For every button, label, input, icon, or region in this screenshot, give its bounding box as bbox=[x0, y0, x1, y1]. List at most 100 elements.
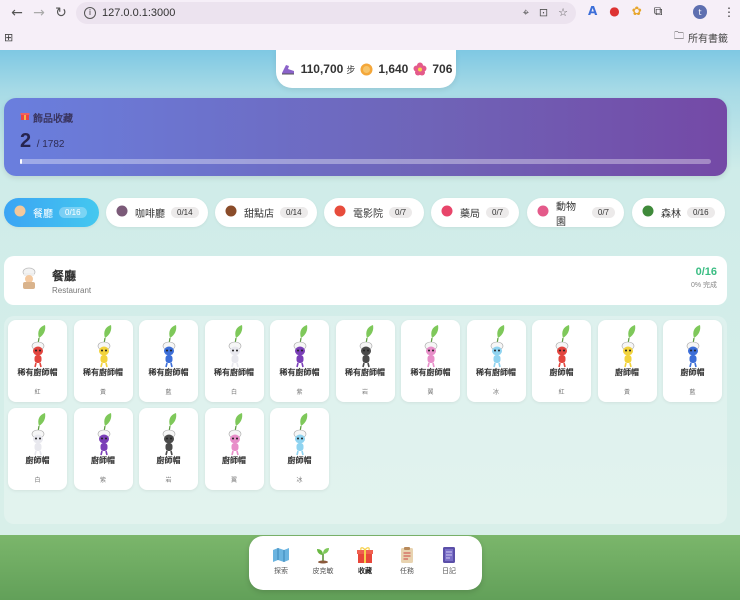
gift-icon bbox=[345, 546, 385, 566]
decor-name: 稀有廚師帽 bbox=[345, 368, 385, 377]
decor-name: 廚師帽 bbox=[615, 368, 639, 377]
decor-card[interactable]: 廚師帽冰 bbox=[270, 408, 329, 490]
bottom-nav-item[interactable]: 探索 bbox=[261, 546, 301, 576]
map-icon bbox=[261, 546, 301, 566]
decor-card[interactable]: 廚師帽紫 bbox=[73, 408, 133, 490]
site-info-icon[interactable]: i bbox=[84, 7, 96, 19]
decor-color-label: 黃 bbox=[99, 390, 106, 396]
bottom-nav-item[interactable]: 日記 bbox=[429, 546, 469, 576]
bottom-nav-item[interactable]: 皮克敏 bbox=[303, 546, 343, 576]
section-progress-label: 0% 完成 bbox=[690, 282, 717, 289]
decor-card[interactable]: 稀有廚師帽白 bbox=[204, 320, 264, 402]
popcorn-icon bbox=[333, 204, 347, 221]
decor-card[interactable]: 廚師帽翼 bbox=[204, 408, 264, 490]
decor-name: 廚師帽 bbox=[91, 456, 115, 465]
chef-icon bbox=[13, 204, 27, 221]
decor-name: 稀有廚師帽 bbox=[410, 368, 451, 377]
bookmark-star-icon[interactable]: ☆ bbox=[558, 6, 568, 20]
coffee-icon bbox=[115, 204, 129, 221]
location-icon[interactable]: ⌖ bbox=[523, 6, 529, 20]
address-bar[interactable]: i 127.0.0.1:3000 ⌖ ⊡ ☆ bbox=[76, 2, 576, 24]
chef-icon bbox=[18, 267, 40, 294]
category-tabs: 餐廳 0/16 咖啡廳 0/14 甜點店 0/14 電影院 0/7 藥局 0/7 動物園 0/7 森林 0… bbox=[4, 198, 740, 228]
browser-chrome: ← → ↻ i 127.0.0.1:3000 ⌖ ⊡ ☆ A ● ✿ ⧉ t ⋮… bbox=[0, 0, 740, 50]
tab-category-1[interactable]: 咖啡廳 0/14 bbox=[106, 198, 208, 227]
pikmin-chef-icon bbox=[686, 325, 701, 368]
decor-grid: 稀有廚師帽紅稀有廚師帽黃稀有廚師帽藍稀有廚師帽白稀有廚師帽紫稀有廚師帽岩稀有廚師… bbox=[4, 316, 727, 524]
tab-category-3[interactable]: 電影院 0/7 bbox=[324, 198, 424, 227]
decor-name: 廚師帽 bbox=[549, 368, 574, 377]
collection-progress-bar bbox=[20, 159, 711, 164]
apps-grid-icon[interactable]: ⊞ bbox=[4, 31, 13, 44]
tab-category-6[interactable]: 森林 0/16 bbox=[632, 198, 725, 227]
coin-icon bbox=[360, 63, 373, 76]
tab-category-2[interactable]: 甜點店 0/14 bbox=[215, 198, 317, 227]
bottom-nav-label: 日記 bbox=[442, 568, 456, 575]
decor-color-label: 岩 bbox=[361, 390, 368, 396]
decor-name: 廚師帽 bbox=[287, 456, 312, 465]
extension-mushroom-icon[interactable]: ● bbox=[609, 4, 619, 19]
decor-card[interactable]: 廚師帽黃 bbox=[597, 320, 657, 402]
decor-card[interactable]: 廚師帽白 bbox=[8, 408, 67, 490]
extensions-puzzle-icon[interactable]: ⧉ bbox=[654, 4, 663, 19]
bottom-nav-item[interactable]: 收藏 bbox=[345, 546, 385, 576]
profile-avatar[interactable]: t bbox=[693, 5, 707, 19]
decor-card[interactable]: 稀有廚師帽藍 bbox=[139, 320, 198, 402]
tab-label: 藥局 bbox=[460, 209, 480, 220]
menu-kebab-icon[interactable]: ⋮ bbox=[723, 5, 735, 19]
all-bookmarks[interactable]: 🗀 所有書籤 bbox=[674, 29, 728, 46]
decor-card[interactable]: 稀有廚師帽岩 bbox=[335, 320, 395, 402]
tab-label: 動物園 bbox=[556, 201, 576, 228]
extension-flower-icon[interactable]: ✿ bbox=[632, 4, 642, 19]
extension-a-icon[interactable]: A bbox=[588, 4, 597, 19]
tab-category-5[interactable]: 動物園 0/7 bbox=[527, 198, 624, 228]
clipboard-icon bbox=[387, 546, 427, 566]
decor-color-label: 翼 bbox=[427, 390, 434, 396]
pikmin-chef-icon bbox=[359, 325, 373, 368]
folder-icon: 🗀 bbox=[674, 30, 684, 42]
decor-color-label: 紫 bbox=[296, 390, 303, 396]
bottom-nav-item[interactable]: 任務 bbox=[387, 546, 427, 576]
decor-card[interactable]: 廚師帽紅 bbox=[532, 320, 591, 402]
tab-label: 甜點店 bbox=[244, 209, 274, 220]
pikmin-chef-icon bbox=[293, 413, 308, 456]
decor-name: 廚師帽 bbox=[25, 456, 50, 465]
all-bookmarks-label: 所有書籤 bbox=[688, 33, 728, 45]
tab-label: 餐廳 bbox=[33, 209, 53, 220]
pikmin-chef-icon bbox=[621, 325, 635, 368]
pikmin-chef-icon bbox=[162, 413, 177, 456]
steps-value: 110,700 bbox=[300, 62, 344, 76]
tab-count-badge: 0/14 bbox=[171, 207, 199, 218]
pikmin-chef-icon bbox=[97, 325, 111, 368]
tab-count-badge: 0/14 bbox=[280, 207, 308, 218]
forward-icon[interactable]: → bbox=[28, 2, 50, 24]
decor-color-label: 冰 bbox=[296, 478, 303, 484]
tree-icon bbox=[641, 204, 655, 221]
bottom-nav-label: 任務 bbox=[400, 568, 414, 575]
decor-card[interactable]: 廚師帽岩 bbox=[139, 408, 198, 490]
decor-card[interactable]: 廚師帽藍 bbox=[663, 320, 722, 402]
decor-card[interactable]: 稀有廚師帽翼 bbox=[401, 320, 460, 402]
section-title: 餐廳 bbox=[52, 268, 77, 283]
decor-card[interactable]: 稀有廚師帽紅 bbox=[8, 320, 67, 402]
install-icon[interactable]: ⊡ bbox=[539, 6, 548, 20]
decor-color-label: 藍 bbox=[689, 390, 696, 396]
reload-icon[interactable]: ↻ bbox=[50, 2, 72, 24]
decor-card[interactable]: 稀有廚師帽冰 bbox=[466, 320, 526, 402]
pikmin-chef-icon bbox=[31, 413, 46, 456]
collection-label: 飾品收藏 bbox=[33, 114, 73, 125]
back-icon[interactable]: ← bbox=[6, 2, 28, 24]
tab-label: 電影院 bbox=[353, 209, 383, 220]
decor-card[interactable]: 稀有廚師帽紫 bbox=[270, 320, 329, 402]
pikmin-chef-icon bbox=[97, 413, 111, 456]
tab-category-0[interactable]: 餐廳 0/16 bbox=[4, 198, 99, 227]
decor-name: 稀有廚師帽 bbox=[476, 368, 516, 377]
collection-summary-card: 飾品收藏 2 / 1782 bbox=[4, 98, 727, 176]
stats-bar: 110,700 步 1,640 706 bbox=[276, 50, 456, 88]
bottom-nav-label: 皮克敏 bbox=[312, 568, 334, 575]
gift-icon bbox=[20, 111, 30, 124]
decor-card[interactable]: 稀有廚師帽黃 bbox=[73, 320, 133, 402]
tab-category-4[interactable]: 藥局 0/7 bbox=[431, 198, 519, 227]
steps-unit: 步 bbox=[346, 64, 356, 75]
decor-name: 廚師帽 bbox=[680, 368, 705, 377]
